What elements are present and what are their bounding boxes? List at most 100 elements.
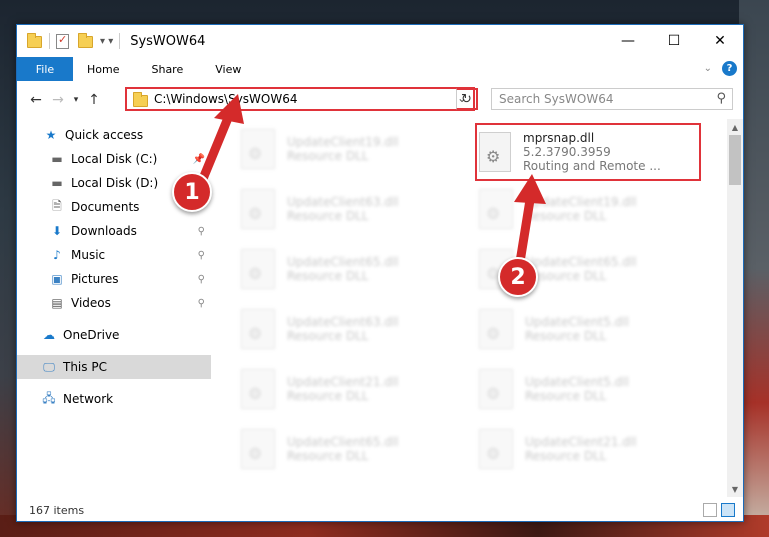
cloud-icon: ☁ xyxy=(43,328,55,342)
search-input[interactable]: Search SysWOW64 ⚲ xyxy=(491,88,733,110)
refresh-button[interactable]: ↻ xyxy=(456,88,478,110)
scroll-thumb[interactable] xyxy=(729,135,741,185)
file-description: Resource DLL xyxy=(525,269,607,283)
sidebar-item-videos[interactable]: ▤ Videos ⚲ xyxy=(17,291,211,315)
list-item[interactable]: ⚙ UpdateClient5.dll Resource DLL xyxy=(479,305,699,353)
list-item[interactable]: ⚙ UpdateClient21.dll Resource DLL xyxy=(479,425,699,473)
status-bar: 167 items xyxy=(17,499,743,521)
ribbon-right-controls: ⌄ ? xyxy=(704,61,737,76)
highlight-box-mprsnap xyxy=(475,123,701,181)
dll-file-icon: ⚙ xyxy=(479,309,513,349)
dll-file-icon: ⚙ xyxy=(241,249,275,289)
file-name: UpdateClient65.dll xyxy=(287,255,399,269)
dll-file-icon: ⚙ xyxy=(479,189,513,229)
details-view-icon[interactable] xyxy=(703,503,717,517)
list-item[interactable]: ⚙ UpdateClient21.dll Resource DLL xyxy=(241,365,461,413)
file-name: UpdateClient63.dll xyxy=(287,195,399,209)
folder-icon xyxy=(27,33,43,48)
pin-icon: ⚲ xyxy=(197,297,205,309)
search-placeholder: Search SysWOW64 xyxy=(499,92,614,106)
sidebar-item-label: Documents xyxy=(71,200,140,214)
file-description: Resource DLL xyxy=(287,209,369,223)
sidebar-item-label: Network xyxy=(63,392,114,406)
divider xyxy=(49,33,50,49)
expand-ribbon-icon[interactable]: ⌄ xyxy=(704,63,712,74)
music-icon: ♪ xyxy=(53,248,61,262)
file-name: UpdateClient21.dll xyxy=(525,435,637,449)
address-path: C:\Windows\SysWOW64 xyxy=(154,92,298,106)
scroll-up-icon[interactable]: ▲ xyxy=(727,119,743,135)
file-description: Resource DLL xyxy=(287,269,369,283)
drive-icon: ▬ xyxy=(51,152,63,166)
sidebar-item-local-disk-c[interactable]: ▬ Local Disk (C:) 📌 xyxy=(17,147,211,171)
up-arrow-icon[interactable]: ↑ xyxy=(83,92,105,108)
close-button[interactable]: ✕ xyxy=(697,25,743,57)
address-row: ← → ▾ ↑ C:\Windows\SysWOW64 ⌄ ↻ Search S… xyxy=(17,85,743,115)
forward-arrow-icon[interactable]: → xyxy=(47,92,69,108)
minimize-button[interactable]: — xyxy=(605,25,651,57)
tab-file[interactable]: File xyxy=(17,57,73,81)
title-bar: ▾ ▾ SysWOW64 — ☐ ✕ xyxy=(17,25,743,57)
dll-file-icon: ⚙ xyxy=(241,189,275,229)
tab-view[interactable]: View xyxy=(199,57,257,81)
download-icon: ⬇ xyxy=(51,224,63,238)
file-description: Resource DLL xyxy=(287,389,369,403)
file-description: Resource DLL xyxy=(525,389,607,403)
item-count: 167 items xyxy=(29,503,85,517)
recent-locations-chevron-icon[interactable]: ▾ xyxy=(69,95,83,105)
drive-icon: ▬ xyxy=(51,176,63,190)
computer-icon: 🖵 xyxy=(43,359,55,374)
large-icons-view-icon[interactable] xyxy=(721,503,735,517)
list-item[interactable]: ⚙ UpdateClient65.dll Resource DLL xyxy=(241,245,461,293)
dll-file-icon: ⚙ xyxy=(479,369,513,409)
back-arrow-icon[interactable]: ← xyxy=(25,92,47,108)
sidebar-item-music[interactable]: ♪ Music ⚲ xyxy=(17,243,211,267)
sidebar-item-onedrive[interactable]: ☁ OneDrive xyxy=(17,323,211,347)
list-item[interactable]: ⚙ UpdateClient65.dll Resource DLL xyxy=(241,425,461,473)
file-description: Resource DLL xyxy=(525,329,607,343)
file-name: UpdateClient5.dll xyxy=(525,375,629,389)
list-item[interactable]: ⚙ UpdateClient5.dll Resource DLL xyxy=(479,365,699,413)
file-name: UpdateClient65.dll xyxy=(287,435,399,449)
list-item[interactable]: ⚙ UpdateClient63.dll Resource DLL xyxy=(241,305,461,353)
list-item[interactable]: ⚙ UpdateClient19.dll Resource DLL xyxy=(479,185,699,233)
tab-home[interactable]: Home xyxy=(73,57,135,81)
dll-file-icon: ⚙ xyxy=(241,129,275,169)
list-item[interactable]: ⚙ UpdateClient63.dll Resource DLL xyxy=(241,185,461,233)
divider xyxy=(119,33,121,49)
sidebar-item-label: Local Disk (D:) xyxy=(71,176,159,190)
sidebar-item-this-pc[interactable]: 🖵 This PC xyxy=(17,355,211,379)
callout-badge-2: 2 xyxy=(498,257,538,297)
address-bar[interactable]: C:\Windows\SysWOW64 ⌄ xyxy=(125,87,475,111)
file-description: Resource DLL xyxy=(287,449,369,463)
sidebar-item-label: Videos xyxy=(71,296,111,310)
maximize-button[interactable]: ☐ xyxy=(651,25,697,57)
vertical-scrollbar[interactable]: ▲ ▼ xyxy=(727,119,743,497)
sidebar-item-network[interactable]: 🖧 Network xyxy=(17,387,211,411)
folder-icon xyxy=(133,91,148,107)
sidebar-item-label: Music xyxy=(71,248,106,262)
picture-icon: ▣ xyxy=(51,272,63,286)
scroll-down-icon[interactable]: ▼ xyxy=(727,481,743,497)
new-folder-icon[interactable] xyxy=(78,33,94,48)
window-controls: — ☐ ✕ xyxy=(605,25,743,57)
file-name: UpdateClient21.dll xyxy=(287,375,399,389)
video-icon: ▤ xyxy=(51,296,63,310)
file-description: Resource DLL xyxy=(525,449,607,463)
help-icon[interactable]: ? xyxy=(722,61,737,76)
pin-icon: ⚲ xyxy=(197,225,205,237)
properties-icon[interactable] xyxy=(56,33,72,49)
sidebar-item-label: Local Disk (C:) xyxy=(71,152,158,166)
network-icon: 🖧 xyxy=(42,390,56,405)
list-item[interactable]: ⚙ UpdateClient19.dll Resource DLL xyxy=(241,125,461,173)
sidebar-item-quick-access[interactable]: ★ Quick access xyxy=(17,123,211,147)
tab-share[interactable]: Share xyxy=(135,57,199,81)
sidebar-item-pictures[interactable]: ▣ Pictures ⚲ xyxy=(17,267,211,291)
sidebar-item-label: This PC xyxy=(63,360,107,374)
file-name: UpdateClient19.dll xyxy=(525,195,637,209)
callout-badge-1: 1 xyxy=(172,172,212,212)
pin-icon: ⚲ xyxy=(197,273,205,285)
sidebar-item-downloads[interactable]: ⬇ Downloads ⚲ xyxy=(17,219,211,243)
quick-access-toolbar-customize-icon[interactable]: ▾ ▾ xyxy=(100,36,113,47)
dll-file-icon: ⚙ xyxy=(479,429,513,469)
